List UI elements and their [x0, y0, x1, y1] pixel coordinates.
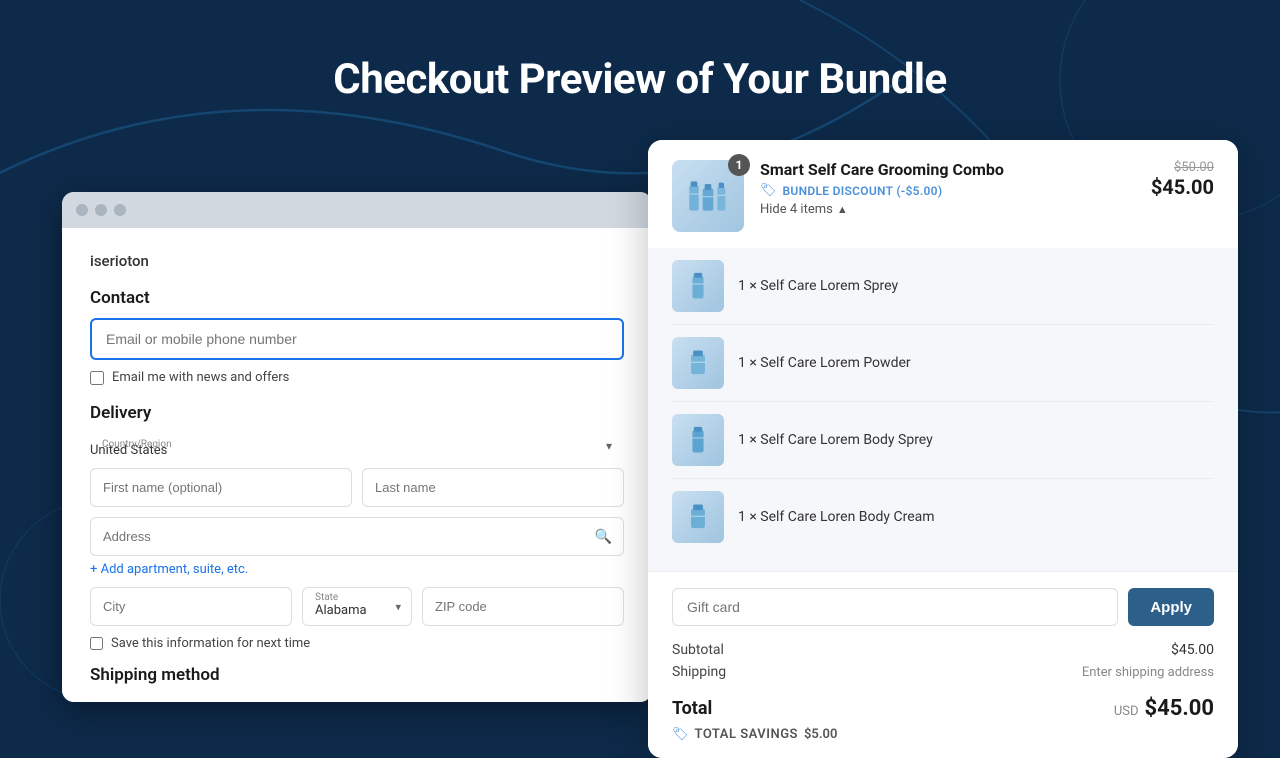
list-item: 1 × Self Care Lorem Sprey	[672, 248, 1214, 325]
browser-window: iserioton Contact Email me with news and…	[62, 192, 652, 702]
hide-items-text: Hide 4 items	[760, 202, 833, 217]
browser-dot-red	[76, 204, 88, 216]
list-item: 1 × Self Care Lorem Body Sprey	[672, 402, 1214, 479]
country-arrow-icon: ▾	[606, 439, 612, 453]
chevron-up-icon: ▲	[837, 203, 848, 216]
bundle-prices: $50.00 $45.00	[1151, 160, 1214, 199]
browser-dot-green	[114, 204, 126, 216]
total-label: Total	[672, 698, 712, 719]
item-image-1	[672, 260, 724, 312]
save-info-row: Save this information for next time	[90, 636, 624, 651]
shipping-value: Enter shipping address	[1082, 665, 1214, 680]
delivery-section: Delivery Country/Region United States ▾ …	[90, 403, 624, 685]
total-amount: $45.00	[1145, 696, 1215, 721]
contact-input[interactable]	[90, 318, 624, 360]
page-title: Checkout Preview of Your Bundle	[0, 55, 1280, 104]
save-info-checkbox[interactable]	[90, 637, 103, 650]
item-name-3: 1 × Self Care Lorem Body Sprey	[738, 432, 933, 448]
store-name: iserioton	[90, 252, 624, 270]
tag-icon: 🏷	[760, 183, 777, 198]
hide-items-row[interactable]: Hide 4 items ▲	[760, 202, 1135, 217]
bundle-name: Smart Self Care Grooming Combo	[760, 160, 1135, 179]
subtotal-value: $45.00	[1171, 642, 1214, 658]
shipping-row: Shipping Enter shipping address	[672, 664, 1214, 680]
delivery-label: Delivery	[90, 403, 624, 423]
list-item: 1 × Self Care Lorem Powder	[672, 325, 1214, 402]
country-label: Country/Region	[102, 439, 172, 450]
browser-titlebar	[62, 192, 652, 228]
list-item: 1 × Self Care Loren Body Cream	[672, 479, 1214, 555]
last-name-input[interactable]	[362, 468, 624, 507]
gift-card-row: Apply	[672, 588, 1214, 626]
totals-section: Subtotal $45.00 Shipping Enter shipping …	[672, 642, 1214, 742]
order-footer: Apply Subtotal $45.00 Shipping Enter shi…	[648, 571, 1238, 758]
bundle-image-wrapper: 1	[672, 160, 744, 232]
country-wrapper[interactable]: Country/Region United States ▾	[90, 433, 624, 458]
subtotal-row: Subtotal $45.00	[672, 642, 1214, 658]
bundle-discount-text: BUNDLE DISCOUNT (-$5.00)	[783, 184, 943, 198]
bundle-info: Smart Self Care Grooming Combo 🏷 BUNDLE …	[760, 160, 1135, 217]
item-name-4: 1 × Self Care Loren Body Cream	[738, 509, 935, 525]
newsletter-checkbox[interactable]	[90, 371, 104, 385]
address-input[interactable]	[90, 517, 624, 556]
savings-label: TOTAL SAVINGS	[695, 727, 798, 742]
bundle-discount-row: 🏷 BUNDLE DISCOUNT (-$5.00)	[760, 183, 1135, 198]
name-row	[90, 468, 624, 507]
apply-button[interactable]: Apply	[1128, 588, 1214, 626]
address-wrapper: 🔍	[90, 517, 624, 556]
shipping-label: Shipping	[672, 664, 726, 680]
shipping-method-label: Shipping method	[90, 665, 624, 685]
item-image-3	[672, 414, 724, 466]
bundle-card: 1 Smart S	[648, 140, 1238, 248]
total-value-wrapper: USD $45.00	[1114, 696, 1214, 721]
browser-dot-yellow	[95, 204, 107, 216]
zip-input[interactable]	[422, 587, 624, 626]
search-icon: 🔍	[595, 529, 612, 545]
first-name-input[interactable]	[90, 468, 352, 507]
bundle-badge: 1	[728, 154, 750, 176]
contact-section: Contact Email me with news and offers	[90, 288, 624, 385]
newsletter-row: Email me with news and offers	[90, 370, 624, 385]
newsletter-label: Email me with news and offers	[112, 370, 289, 385]
state-wrapper[interactable]: State Alabama ▾	[302, 587, 412, 626]
city-state-zip-row: State Alabama ▾	[90, 587, 624, 626]
save-info-label: Save this information for next time	[111, 636, 310, 651]
item-name-2: 1 × Self Care Lorem Powder	[738, 355, 911, 371]
browser-content: iserioton Contact Email me with news and…	[62, 228, 652, 702]
item-image-4	[672, 491, 724, 543]
city-input[interactable]	[90, 587, 292, 626]
item-name-1: 1 × Self Care Lorem Sprey	[738, 278, 898, 294]
sale-price: $45.00	[1151, 175, 1214, 199]
order-panel: 1 Smart S	[648, 140, 1238, 758]
total-row: Total USD $45.00	[672, 688, 1214, 721]
contact-label: Contact	[90, 288, 624, 308]
savings-row: 🏷 TOTAL SAVINGS $5.00	[672, 727, 1214, 742]
state-label: State	[315, 592, 381, 603]
item-image-2	[672, 337, 724, 389]
state-value: Alabama	[315, 603, 381, 618]
state-arrow-icon: ▾	[395, 600, 401, 613]
savings-tag-icon: 🏷	[672, 727, 689, 742]
bundle-items-list: 1 × Self Care Lorem Sprey 1 × Self Care …	[648, 248, 1238, 571]
total-currency: USD	[1114, 704, 1139, 719]
gift-card-input[interactable]	[672, 588, 1118, 626]
original-price: $50.00	[1151, 160, 1214, 175]
savings-amount: $5.00	[804, 727, 837, 742]
add-apartment-link[interactable]: + Add apartment, suite, etc.	[90, 562, 624, 577]
subtotal-label: Subtotal	[672, 642, 724, 658]
